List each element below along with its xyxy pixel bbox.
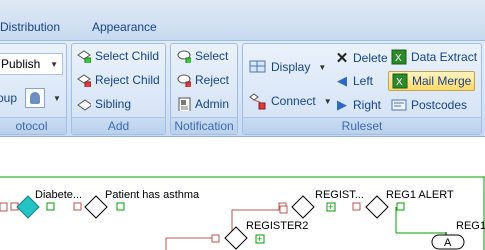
excel-icon: X xyxy=(392,73,408,89)
reg1-label: REG1 xyxy=(456,220,485,232)
select-port[interactable] xyxy=(396,202,405,211)
group-label-text: oup xyxy=(0,91,18,105)
connect-button[interactable]: Connect ▼ xyxy=(249,92,332,110)
register2-node[interactable] xyxy=(224,226,248,250)
reject-child-button[interactable]: Reject Child xyxy=(77,73,160,87)
chevron-down-icon: ▼ xyxy=(318,62,327,72)
tab-appearance[interactable]: Appearance xyxy=(92,20,157,34)
data-extract-label: Data Extract xyxy=(411,50,478,64)
display-button[interactable]: Display ▼ xyxy=(249,59,326,75)
right-button[interactable]: ▶ Right xyxy=(335,97,381,113)
select-child-icon xyxy=(77,50,91,63)
plus-icon: + xyxy=(328,202,333,212)
mail-merge-button[interactable]: X Mail Merge xyxy=(388,71,476,91)
group-label-notification: Notification xyxy=(171,117,237,134)
publish-combo[interactable]: Publish ▼ xyxy=(0,53,63,75)
terminal-label: A xyxy=(444,237,452,249)
chevron-down-icon: ▼ xyxy=(50,59,58,69)
postcodes-icon xyxy=(391,99,407,111)
register-top-label: REGIST... xyxy=(315,189,364,201)
reg1-alert-node[interactable] xyxy=(365,195,389,219)
ribbon-tab-bar: Distribution Appearance xyxy=(0,0,485,41)
admin-icon xyxy=(178,97,191,111)
select-child-button[interactable]: Select Child xyxy=(77,49,159,63)
group-notification: Select Reject Admin Notification xyxy=(170,43,238,135)
reg1-alert-label: REG1 ALERT xyxy=(386,189,454,201)
postcodes-button[interactable]: Postcodes xyxy=(391,97,467,113)
group-label-add: Add xyxy=(72,117,165,134)
ribbon: Publish ▼ oup ▼ otocol Select Child Reje… xyxy=(0,41,485,137)
svg-text:X: X xyxy=(396,77,403,88)
select-child-label: Select Child xyxy=(95,49,160,63)
plus-icon: + xyxy=(257,234,262,244)
group-add: Select Child Reject Child Sibling Add xyxy=(71,43,166,135)
select-port[interactable] xyxy=(46,202,55,211)
arrow-left-icon: ◀ xyxy=(337,73,347,88)
reject-oval-icon xyxy=(177,74,191,87)
chevron-down-icon: ▼ xyxy=(53,93,61,103)
group-button[interactable]: oup ▼ xyxy=(0,88,61,108)
left-label: Left xyxy=(353,74,374,88)
sibling-label: Sibling xyxy=(95,97,132,111)
asthma-node[interactable] xyxy=(84,195,108,219)
sibling-icon xyxy=(77,99,91,111)
connector-line xyxy=(165,237,212,250)
reject-child-label: Reject Child xyxy=(95,73,160,87)
reject-port[interactable] xyxy=(211,234,220,243)
display-icon xyxy=(249,60,266,73)
right-label: Right xyxy=(353,98,382,112)
connect-label: Connect xyxy=(271,94,316,108)
reject-port[interactable] xyxy=(73,202,82,211)
register2-label: REGISTER2 xyxy=(246,220,308,232)
delete-button[interactable]: ✕ Delete xyxy=(335,49,388,67)
rule-canvas[interactable]: Diabete... Patient has asthma + REGIST..… xyxy=(0,137,485,250)
diabetes-label: Diabete... xyxy=(35,189,82,201)
notification-reject-label: Reject xyxy=(195,73,230,87)
chevron-down-icon: ▼ xyxy=(323,96,332,106)
mail-merge-label: Mail Merge xyxy=(412,74,472,88)
connect-icon xyxy=(249,93,266,110)
sibling-button[interactable]: Sibling xyxy=(77,97,131,111)
publish-label: Publish xyxy=(1,57,41,71)
group-label-ruleset: Ruleset xyxy=(243,117,481,134)
excel-icon: X xyxy=(391,49,407,65)
group-label-protocol: otocol xyxy=(0,117,66,134)
group-protocol: Publish ▼ oup ▼ otocol xyxy=(0,43,67,135)
delete-x-icon: ✕ xyxy=(335,50,349,67)
notification-select-button[interactable]: Select xyxy=(177,49,228,63)
reject-port[interactable] xyxy=(279,205,288,214)
register-node[interactable] xyxy=(291,195,315,219)
select-port[interactable] xyxy=(116,202,125,211)
arrow-right-icon: ▶ xyxy=(337,97,347,112)
left-button[interactable]: ◀ Left xyxy=(335,73,373,89)
asthma-label: Patient has asthma xyxy=(105,189,200,201)
group-ruleset: Display ▼ Connect ▼ ✕ Delete ◀ Left ▶ Ri… xyxy=(242,43,482,135)
notification-select-label: Select xyxy=(195,49,229,63)
notification-admin-label: Admin xyxy=(195,97,230,111)
tab-distribution[interactable]: Distribution xyxy=(0,20,60,34)
reject-port[interactable] xyxy=(0,202,8,212)
reject-port[interactable] xyxy=(352,202,361,211)
reject-child-icon xyxy=(77,74,91,87)
data-extract-button[interactable]: X Data Extract xyxy=(391,49,477,65)
select-oval-icon xyxy=(177,50,191,63)
svg-text:X: X xyxy=(395,53,402,64)
rule-diagram: Diabete... Patient has asthma + REGIST..… xyxy=(0,176,485,250)
notification-reject-button[interactable]: Reject xyxy=(177,73,229,87)
postcodes-label: Postcodes xyxy=(411,98,468,112)
delete-label: Delete xyxy=(353,51,388,65)
contact-card-icon xyxy=(25,88,46,108)
display-label: Display xyxy=(271,60,311,74)
notification-admin-button[interactable]: Admin xyxy=(177,97,229,111)
